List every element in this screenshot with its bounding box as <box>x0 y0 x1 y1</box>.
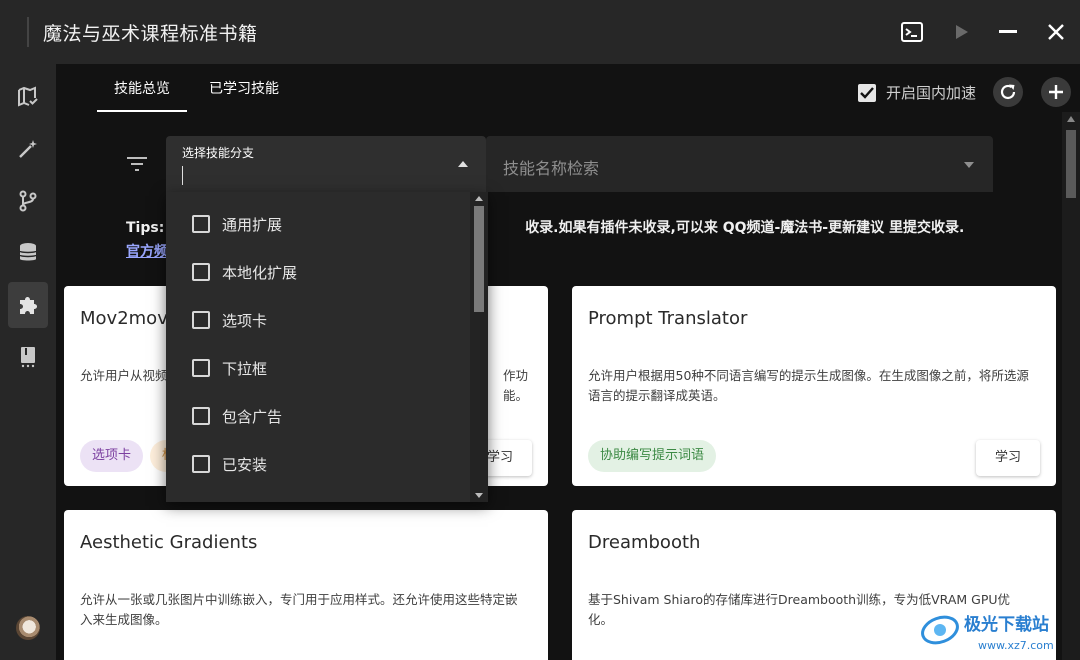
watermark-logo: 极光下载站 www.xz7.com <box>918 606 1074 656</box>
git-branch-icon <box>19 190 37 212</box>
card-description: 允许用户根据用50种不同语言编写的提示生成图像。在生成图像之前，将所选源语言的提… <box>588 368 1029 403</box>
dropdown-option[interactable]: 下拉框 <box>166 344 466 392</box>
option-checkbox[interactable] <box>192 263 210 281</box>
dropdown-option[interactable]: 本地化扩展 <box>166 248 466 296</box>
accel-label: 开启国内加速 <box>886 84 977 102</box>
option-checkbox[interactable] <box>192 407 210 425</box>
dropdown-option[interactable]: 选项卡 <box>166 296 466 344</box>
sidebar-item-map[interactable] <box>8 74 48 120</box>
play-icon[interactable] <box>948 18 976 46</box>
refresh-button[interactable] <box>993 77 1023 107</box>
watermark-url: www.xz7.com <box>978 639 1054 652</box>
main-scrollbar[interactable] <box>1062 112 1080 660</box>
option-checkbox[interactable] <box>192 455 210 473</box>
magic-wand-icon <box>19 140 37 158</box>
option-label: 下拉框 <box>222 359 268 378</box>
dropdown-scrollbar[interactable] <box>470 192 488 502</box>
sidebar-item-wand[interactable] <box>8 126 48 172</box>
puzzle-icon <box>20 297 37 314</box>
option-checkbox[interactable] <box>192 215 210 233</box>
scroll-down-arrow[interactable] <box>475 493 483 498</box>
learn-button[interactable]: 学习 <box>976 440 1040 476</box>
sidebar <box>0 64 56 660</box>
dropdown-option[interactable]: 已安装 <box>166 440 466 488</box>
skill-branch-dropdown: 通用扩展 本地化扩展 选项卡 下拉框 包含广告 已安装 <box>166 192 488 502</box>
card-title: Mov2mov <box>80 308 168 329</box>
official-channel-link[interactable]: 官方频 <box>126 241 168 261</box>
tab-learned-skills[interactable]: 已学习技能 <box>193 80 295 112</box>
skill-card-aesthetic-gradients[interactable]: Aesthetic Gradients 允许从一张或几张图片中训练嵌入，专门用于… <box>64 510 548 660</box>
tab-skills-overview[interactable]: 技能总览 <box>97 80 187 112</box>
sidebar-item-database[interactable] <box>8 230 48 276</box>
dropdown-option[interactable]: 包含广告 <box>166 392 466 440</box>
minimize-icon[interactable] <box>994 18 1022 46</box>
watermark-text: 极光下载站 <box>964 614 1049 635</box>
accel-toggle[interactable]: 开启国内加速 <box>858 82 976 103</box>
option-label: 本地化扩展 <box>222 263 298 282</box>
filter-icon[interactable] <box>126 156 148 174</box>
option-label: 选项卡 <box>222 311 268 330</box>
option-label: 包含广告 <box>222 407 283 426</box>
title-divider <box>27 17 29 47</box>
user-avatar[interactable] <box>16 616 40 640</box>
window-title: 魔法与巫术课程标准书籍 <box>43 23 258 45</box>
tag-chip[interactable]: 选项卡 <box>80 440 144 472</box>
card-description: 允许从一张或几张图片中训练嵌入，专门用于应用样式。还允许使用这些特定嵌入来生成图… <box>80 592 518 627</box>
option-label: 已安装 <box>222 455 268 474</box>
dropdown-scrollbar-thumb[interactable] <box>474 206 484 312</box>
option-checkbox[interactable] <box>192 311 210 329</box>
scroll-up-arrow[interactable] <box>1067 116 1075 122</box>
caret-up-icon[interactable] <box>458 161 468 167</box>
select-label: 选择技能分支 <box>182 146 255 160</box>
scroll-up-arrow[interactable] <box>475 196 483 201</box>
skill-branch-select[interactable]: 选择技能分支 <box>166 136 486 192</box>
caret-down-icon[interactable] <box>964 162 974 168</box>
sidebar-item-branch[interactable] <box>8 178 48 224</box>
refresh-icon <box>1000 84 1016 100</box>
book-icon <box>21 347 35 368</box>
plus-icon <box>1049 85 1063 99</box>
terminal-icon[interactable] <box>898 18 926 46</box>
dropdown-option[interactable]: 通用扩展 <box>166 200 466 248</box>
tag-chip[interactable]: 协助编写提示词语 <box>588 440 717 472</box>
close-icon[interactable] <box>1042 18 1070 46</box>
accel-checkbox[interactable] <box>858 83 876 102</box>
skill-name-search[interactable]: 技能名称检索 <box>486 136 993 192</box>
map-check-icon <box>18 86 38 107</box>
database-icon <box>19 243 37 261</box>
add-button[interactable] <box>1041 77 1071 107</box>
check-icon <box>860 86 874 99</box>
card-title: Dreambooth <box>588 532 701 553</box>
option-checkbox[interactable] <box>192 359 210 377</box>
text-caret <box>182 166 183 185</box>
card-title: Prompt Translator <box>588 308 748 329</box>
search-placeholder: 技能名称检索 <box>503 159 600 178</box>
title-bar: 魔法与巫术课程标准书籍 <box>0 0 1080 64</box>
card-title: Aesthetic Gradients <box>80 532 258 553</box>
skill-card-prompt-translator[interactable]: Prompt Translator 允许用户根据用50种不同语言编写的提示生成图… <box>572 286 1056 486</box>
scrollbar-thumb[interactable] <box>1066 130 1076 198</box>
option-label: 通用扩展 <box>222 215 283 234</box>
sidebar-item-extensions[interactable] <box>8 282 48 328</box>
sidebar-item-book[interactable] <box>8 334 48 380</box>
